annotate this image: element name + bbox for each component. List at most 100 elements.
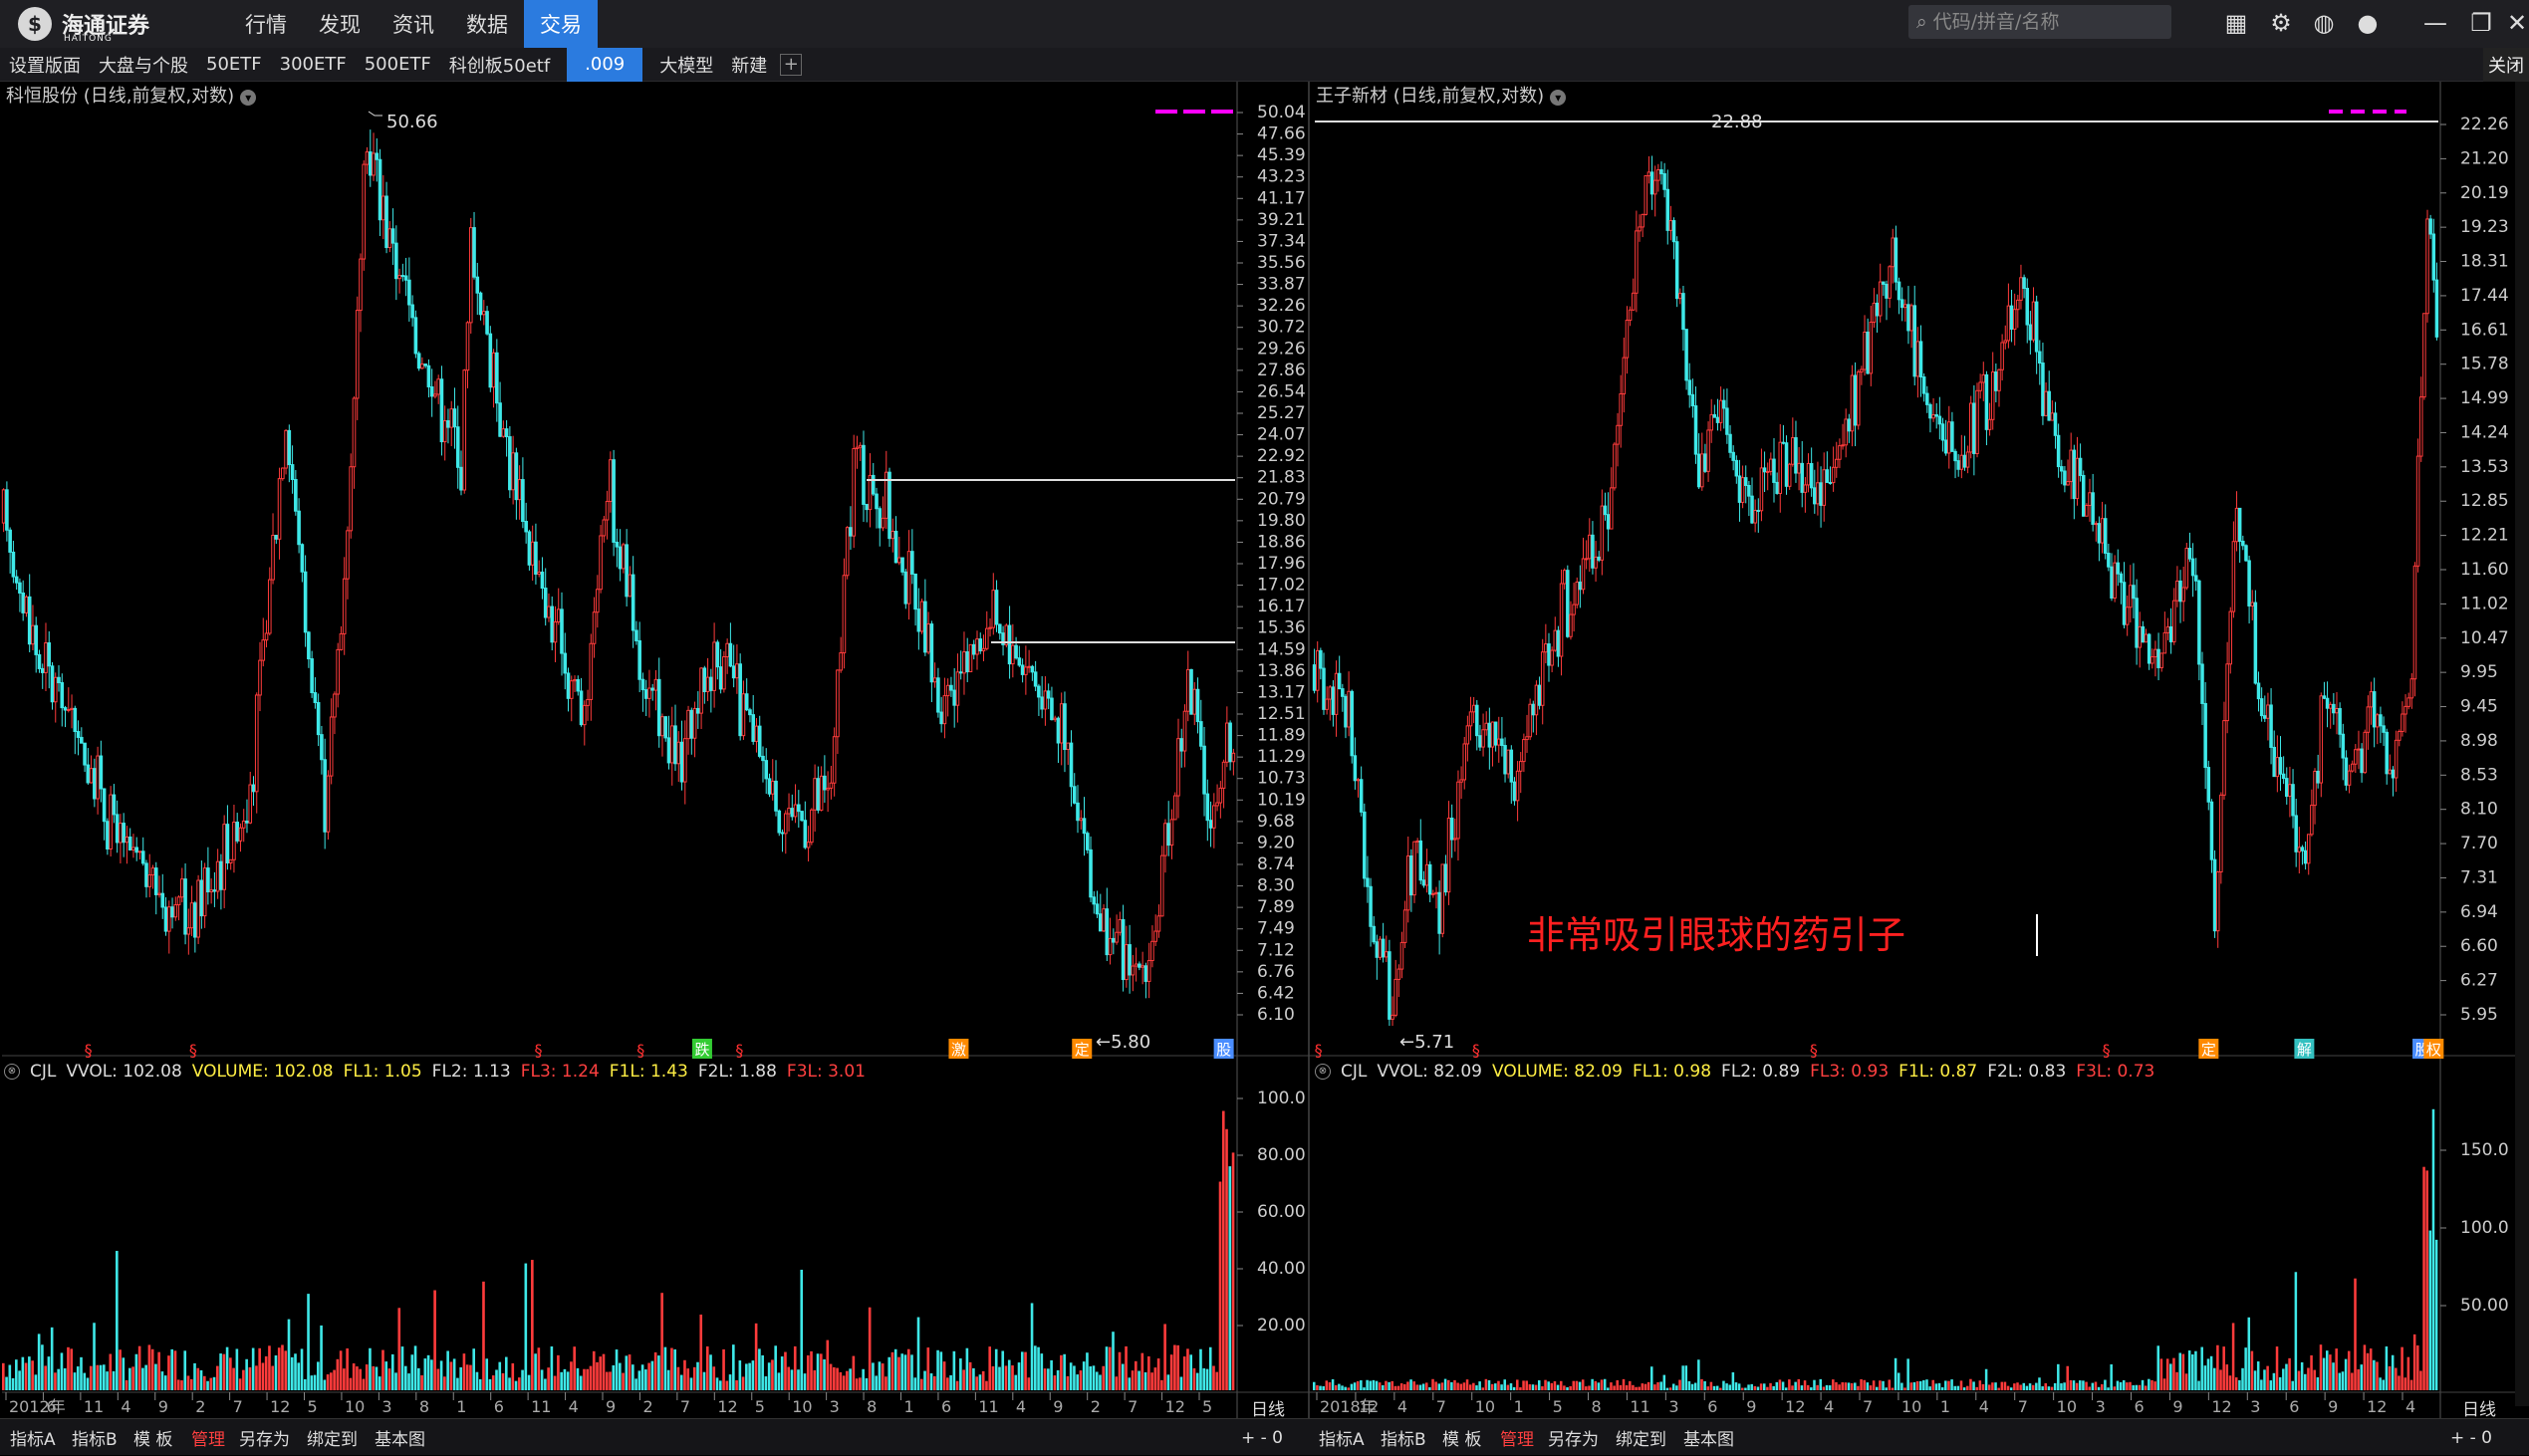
right-candle-body: [1459, 779, 1463, 783]
left-period-label[interactable]: 日线: [1251, 1396, 1285, 1420]
right-candle-body: [2319, 695, 2324, 784]
left-candle-body: [196, 879, 200, 938]
left-volume-bar: [1050, 1359, 1053, 1390]
left-volume-bar: [284, 1350, 288, 1390]
left-bottom-tab-6[interactable]: 基本图: [375, 1419, 425, 1456]
left-time-label: 9: [606, 1397, 616, 1416]
left-bottom-tab-3[interactable]: 管理: [191, 1419, 225, 1456]
right-volume-bar: [2013, 1383, 2016, 1390]
right-indicator-close-icon[interactable]: ⊗: [1315, 1064, 1331, 1080]
right-bottom-tab-5[interactable]: 绑定到: [1616, 1419, 1666, 1456]
left-time-label: 11: [531, 1397, 551, 1416]
right-volume-bar: [1316, 1384, 1319, 1390]
left-zoom-controls[interactable]: + - 0: [1241, 1419, 1283, 1456]
left-volume-bar: [1069, 1362, 1073, 1390]
right-volume-bar: [1437, 1383, 1441, 1390]
right-bottom-tab-3[interactable]: 管理: [1500, 1419, 1534, 1456]
right-volume-bar: [2038, 1377, 2041, 1390]
right-options-icon[interactable]: ▾: [1550, 90, 1567, 106]
right-bottom-tab-2[interactable]: 模 板: [1442, 1419, 1481, 1456]
left-time-label: 4: [121, 1397, 130, 1416]
left-candle-body: [355, 310, 360, 399]
left-candle-body: [913, 573, 917, 610]
right-candle-body: [1497, 738, 1501, 746]
right-candle-body: [1440, 863, 1445, 934]
left-bottom-tab-2[interactable]: 模 板: [133, 1419, 172, 1456]
right-candle-body: [1853, 374, 1858, 426]
right-candle-body: [2263, 715, 2267, 719]
right-candle-body: [1772, 458, 1776, 483]
right-volume-bar: [1399, 1383, 1403, 1390]
right-candle-body: [1591, 534, 1595, 569]
left-options-icon[interactable]: ▾: [240, 90, 257, 106]
left-volume-bar: [872, 1362, 875, 1390]
chart-canvas[interactable]: 50.0447.6645.3943.2341.1739.2137.3435.56…: [0, 0, 2529, 1455]
left-event-marker: 激: [951, 1041, 966, 1059]
left-candle-body: [573, 678, 577, 682]
right-volume-bar: [2082, 1380, 2085, 1390]
left-volume-bar: [1060, 1354, 1063, 1390]
right-candle-body: [1322, 667, 1326, 710]
right-volume-bar: [1396, 1385, 1400, 1390]
right-bottom-tab-4[interactable]: 另存为: [1548, 1419, 1599, 1456]
left-volume-bar: [650, 1360, 654, 1390]
left-candle-body: [37, 653, 42, 669]
left-price-label: 33.87: [1257, 275, 1306, 295]
left-candle-body: [1007, 624, 1012, 665]
right-volume-bar: [1697, 1359, 1700, 1390]
right-bottom-tab-1[interactable]: 指标B: [1381, 1419, 1426, 1456]
right-volume-bar: [1966, 1385, 1969, 1390]
right-volume-bar: [2263, 1369, 2266, 1390]
left-volume-bar: [1156, 1358, 1160, 1390]
left-volume-bar: [495, 1369, 498, 1390]
left-time-label: 9: [158, 1397, 168, 1416]
right-candle-body: [1734, 459, 1739, 477]
left-volume-bar: [849, 1368, 852, 1390]
left-price-label: 17.96: [1257, 554, 1306, 574]
left-volume-bar: [485, 1358, 489, 1390]
left-bottom-tab-4[interactable]: 另存为: [239, 1419, 290, 1456]
left-candle-body: [1050, 697, 1054, 721]
left-candle-body: [1069, 742, 1074, 788]
right-bottom-tab-0[interactable]: 指标A: [1319, 1419, 1365, 1456]
left-stock-title[interactable]: 科恒股份 (日线,前复权,对数) ▾: [6, 82, 257, 108]
left-volume-bar: [676, 1366, 680, 1390]
left-event-marker: 股: [1216, 1041, 1231, 1059]
left-volume-bar: [777, 1372, 781, 1390]
right-volume-bar: [2363, 1344, 2367, 1390]
left-bottom-tab-0[interactable]: 指标A: [10, 1419, 56, 1456]
right-candle-body: [2297, 847, 2302, 852]
right-volume-bar: [1350, 1383, 1354, 1390]
right-time-label: 12: [1359, 1397, 1379, 1416]
right-candle-body: [1671, 220, 1676, 243]
right-volume-bar: [1635, 1386, 1638, 1390]
right-event-marker: §: [1472, 1041, 1480, 1060]
right-period-label[interactable]: 日线: [2462, 1396, 2496, 1420]
right-volume-bar: [1678, 1379, 1681, 1390]
left-candle-body: [696, 707, 700, 714]
right-volume-bar: [1850, 1382, 1854, 1390]
right-stock-title[interactable]: 王子新材 (日线,前复权,对数) ▾: [1316, 82, 1567, 108]
left-candle-body: [715, 641, 720, 668]
right-volume-bar: [2191, 1353, 2194, 1390]
left-candle-body: [550, 606, 555, 643]
left-volume-bar: [1153, 1367, 1157, 1390]
left-indicator-close-icon[interactable]: ⊗: [4, 1064, 20, 1080]
left-candle-body: [981, 647, 986, 652]
left-candle-body: [147, 874, 152, 887]
left-bottom-tab-5[interactable]: 绑定到: [307, 1419, 358, 1456]
right-candle-body: [1703, 453, 1707, 472]
left-volume-bar: [537, 1347, 541, 1390]
left-volume-bar: [116, 1251, 119, 1390]
right-candle-body: [2403, 705, 2407, 715]
left-candle-body: [530, 541, 535, 566]
left-volume-bar: [1102, 1365, 1106, 1390]
right-toolbar-strip[interactable]: [2515, 82, 2529, 1406]
left-bottom-tab-1[interactable]: 指标B: [72, 1419, 118, 1456]
right-bottom-tab-6[interactable]: 基本图: [1683, 1419, 1734, 1456]
right-candle-body: [1385, 951, 1389, 958]
left-candle-body: [929, 623, 934, 683]
right-volume-bar: [1997, 1387, 2000, 1390]
right-candle-body: [1550, 649, 1554, 666]
right-zoom-controls[interactable]: + - 0: [2450, 1419, 2492, 1456]
